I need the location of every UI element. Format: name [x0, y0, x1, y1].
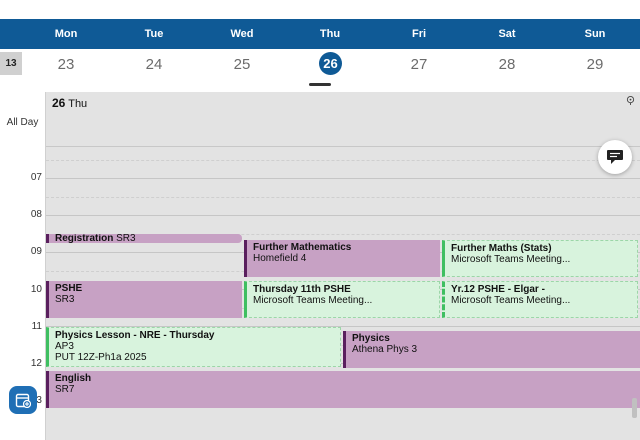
event-pshe[interactable]: PSHE SR3	[46, 281, 242, 318]
week-number-badge: 13	[0, 52, 22, 75]
calendar-add-icon	[15, 393, 31, 408]
event-further-maths-stats[interactable]: Further Maths (Stats) Microsoft Teams Me…	[442, 240, 638, 277]
event-english[interactable]: English SR7	[46, 371, 640, 408]
scrollbar[interactable]	[632, 398, 637, 418]
all-day-area[interactable]: 26 Thu	[46, 92, 640, 147]
pin-icon[interactable]	[626, 96, 635, 105]
weekday-tue: Tue	[144, 28, 164, 40]
weekday-mon: Mon	[54, 28, 78, 40]
date-cell-27[interactable]: 27	[399, 56, 439, 73]
grid-line	[46, 160, 640, 161]
chat-icon	[607, 150, 623, 164]
event-further-mathematics[interactable]: Further Mathematics Homefield 4	[244, 240, 440, 277]
hour-label-09: 09	[30, 246, 42, 257]
hour-label-10: 10	[30, 284, 42, 295]
weekday-sat: Sat	[498, 28, 516, 40]
date-cell-23[interactable]: 23	[46, 56, 86, 73]
all-day-label: All Day	[6, 117, 39, 128]
event-registration[interactable]: Registration SR3	[46, 234, 242, 243]
weekday-wed: Wed	[230, 28, 254, 40]
weekday-thu: Thu	[319, 28, 341, 40]
weekday-fri: Fri	[411, 28, 427, 40]
date-cell-25[interactable]: 25	[222, 56, 262, 73]
weekday-header: Mon Tue Wed Thu Fri Sat Sun	[0, 19, 640, 49]
date-cell-28[interactable]: 28	[487, 56, 527, 73]
selected-date-cell[interactable]: 26	[319, 52, 342, 75]
hour-label-07: 07	[30, 172, 42, 183]
weekday-sun: Sun	[584, 28, 606, 40]
day-date-heading: 26 Thu	[52, 96, 88, 110]
new-event-button[interactable]	[9, 386, 37, 414]
hour-label-08: 08	[30, 209, 42, 220]
event-physics-lesson[interactable]: Physics Lesson - NRE - Thursday AP3 PUT …	[46, 327, 341, 367]
grid-line	[46, 178, 640, 179]
hour-label-12: 12	[30, 358, 42, 369]
selected-date-indicator	[309, 83, 331, 86]
hour-label-11: 11	[31, 321, 42, 332]
date-cell-24[interactable]: 24	[134, 56, 174, 73]
grid-line	[46, 215, 640, 216]
chat-button[interactable]	[598, 140, 632, 174]
week-date-strip: 13 23 24 25 27 28 29	[0, 49, 640, 93]
grid-line	[46, 197, 640, 198]
event-physics[interactable]: Physics Athena Phys 3	[343, 331, 640, 368]
event-thursday-pshe[interactable]: Thursday 11th PSHE Microsoft Teams Meeti…	[244, 281, 440, 318]
event-yr12-pshe[interactable]: Yr.12 PSHE - Elgar - Microsoft Teams Mee…	[442, 281, 638, 318]
top-spacer	[0, 0, 640, 19]
day-grid[interactable]: 26 Thu Registration SR3 Further Mathemat…	[46, 92, 640, 440]
date-cell-29[interactable]: 29	[575, 56, 615, 73]
